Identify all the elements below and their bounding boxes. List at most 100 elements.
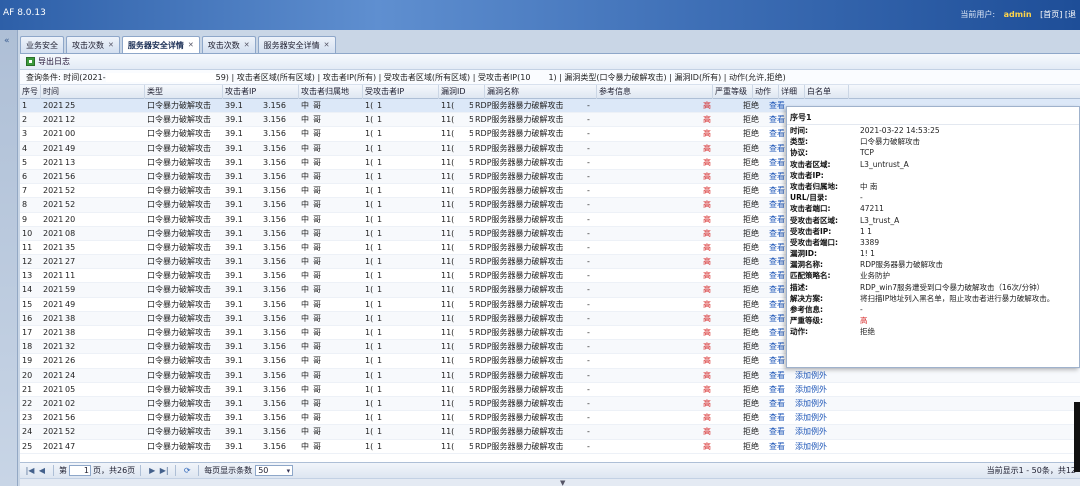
home-link[interactable]: [首页]	[1040, 10, 1062, 19]
table-cell: 1(	[365, 257, 374, 267]
prev-page-button[interactable]: ◀	[36, 466, 48, 475]
table-cell: 中	[301, 370, 309, 380]
column-header[interactable]: 漏洞ID	[439, 85, 485, 99]
table-row[interactable]: 202021-24口令暴力破解攻击39.13.156中哥1(111(51RDP服…	[20, 368, 1080, 383]
table-cell: -	[587, 157, 590, 167]
column-header[interactable]: 受攻击者IP	[363, 85, 439, 99]
detail-row: 解决方案: 将扫描IP地址列入黑名单，阻止攻击者进行暴力破解攻击。	[787, 293, 1079, 304]
table-cell: 中	[301, 271, 309, 281]
table-cell: 哥	[313, 129, 321, 139]
tab-4[interactable]: 服务器安全详情 ✕	[257, 36, 336, 53]
export-log-button[interactable]: 导出日志	[26, 56, 70, 67]
table-cell: 哥	[313, 257, 321, 267]
detail-value: -	[860, 305, 863, 314]
table-cell: RDP服务器暴力破解攻击	[475, 186, 564, 196]
table-cell: 35	[65, 242, 76, 252]
next-page-button[interactable]: ▶	[146, 466, 158, 475]
column-header[interactable]: 时间	[41, 85, 145, 99]
column-header[interactable]: 攻击者IP	[223, 85, 299, 99]
column-header[interactable]: 类型	[145, 85, 223, 99]
table-cell: 39.1	[225, 413, 243, 423]
table-cell: 哥	[313, 384, 321, 394]
table-cell: 39.1	[225, 356, 243, 366]
table-cell: 3.156	[263, 342, 286, 352]
table-cell: -	[587, 200, 590, 210]
table-cell: 1(	[365, 398, 374, 408]
column-header[interactable]: 白名单	[805, 85, 849, 99]
chevron-down-icon[interactable]: ▼	[560, 479, 565, 486]
table-row[interactable]: 252021-47口令暴力破解攻击39.13.156中哥1(111(51RDP服…	[20, 440, 1080, 454]
bottom-scrollbar[interactable]: ▼	[20, 478, 1080, 486]
view-detail-link[interactable]: 查看	[767, 397, 793, 411]
column-header[interactable]: 严重等级	[713, 85, 753, 99]
table-cell: 39.1	[225, 427, 243, 437]
view-detail-link[interactable]: 查看	[767, 425, 793, 439]
table-cell: RDP服务器暴力破解攻击	[475, 356, 564, 366]
table-row[interactable]: 212021-05口令暴力破解攻击39.13.156中哥1(111(51RDP服…	[20, 383, 1080, 397]
add-exception-link[interactable]: 添加例外	[793, 383, 837, 397]
table-cell: 哥	[313, 356, 321, 366]
table-cell: 高	[703, 115, 711, 125]
table-cell: 哥	[313, 143, 321, 153]
table-cell: 拒绝	[743, 342, 759, 352]
add-exception-link[interactable]: 添加例外	[793, 440, 837, 454]
table-cell: 中	[301, 129, 309, 139]
table-cell: 47	[65, 441, 76, 451]
refresh-icon[interactable]: ⟳	[181, 466, 193, 475]
table-cell: 哥	[313, 313, 321, 323]
table-cell: 6	[22, 171, 28, 181]
column-header[interactable]: 攻击者归属地	[299, 85, 363, 99]
close-icon[interactable]: ✕	[188, 41, 194, 49]
table-cell: 拒绝	[743, 242, 759, 252]
table-cell: 4	[22, 143, 28, 153]
table-cell: 中	[301, 171, 309, 181]
table-cell: 11(	[441, 328, 455, 337]
view-detail-link[interactable]: 查看	[767, 369, 793, 383]
table-cell: 1(	[365, 242, 374, 252]
table-row[interactable]: 242021-52口令暴力破解攻击39.13.156中哥1(111(51RDP服…	[20, 425, 1080, 440]
table-cell: 39.1	[225, 384, 243, 394]
page-size-select[interactable]: 50	[255, 465, 294, 476]
column-header[interactable]: 漏洞名称	[485, 85, 597, 99]
last-page-button[interactable]: ▶|	[158, 466, 170, 475]
table-cell: 11(	[441, 257, 455, 267]
table-cell: 拒绝	[743, 129, 759, 139]
view-detail-link[interactable]: 查看	[767, 411, 793, 425]
close-icon[interactable]: ✕	[244, 41, 250, 49]
page-number-input[interactable]: 1	[69, 465, 91, 476]
table-cell: 哥	[313, 228, 321, 238]
view-detail-link[interactable]: 查看	[767, 440, 793, 454]
collapse-icon[interactable]: «	[4, 36, 10, 46]
column-header[interactable]: 序号	[20, 85, 41, 99]
add-exception-link[interactable]: 添加例外	[793, 369, 837, 383]
table-row[interactable]: 232021-56口令暴力破解攻击39.13.156中哥1(111(51RDP服…	[20, 411, 1080, 426]
tab-3[interactable]: 攻击次数 ✕	[201, 36, 256, 53]
column-header[interactable]: 参考信息	[597, 85, 713, 99]
table-cell: 39.1	[225, 342, 243, 352]
add-exception-link[interactable]: 添加例外	[793, 397, 837, 411]
table-cell: -	[587, 356, 590, 366]
column-header[interactable]: 动作	[753, 85, 779, 99]
table-row[interactable]: 222021-02口令暴力破解攻击39.13.156中哥1(111(51RDP服…	[20, 396, 1080, 412]
first-page-button[interactable]: |◀	[24, 466, 36, 475]
add-exception-link[interactable]: 添加例外	[793, 425, 837, 439]
view-detail-link[interactable]: 查看	[767, 383, 793, 397]
table-cell: 口令暴力破解攻击	[147, 413, 211, 423]
table-cell: 高	[703, 299, 711, 309]
column-header[interactable]: 详细	[779, 85, 805, 99]
table-cell: 口令暴力破解攻击	[147, 171, 211, 181]
table-cell: 52	[65, 200, 76, 210]
table-cell: 3.156	[263, 214, 286, 224]
add-exception-link[interactable]: 添加例外	[793, 411, 837, 425]
tab-1[interactable]: 攻击次数 ✕	[66, 36, 120, 53]
table-cell: 39.1	[225, 285, 243, 295]
tab-0[interactable]: 业务安全	[20, 36, 64, 53]
table-cell: 1(	[365, 285, 374, 295]
table-cell: 13	[22, 271, 33, 281]
tab-2[interactable]: 服务器安全详情 ✕	[121, 36, 200, 53]
close-icon[interactable]: ✕	[324, 41, 330, 49]
logout-link[interactable]: [退	[1065, 10, 1076, 19]
close-icon[interactable]: ✕	[108, 41, 114, 49]
table-cell: RDP服务器暴力破解攻击	[475, 313, 564, 323]
table-cell: 1	[377, 313, 383, 323]
